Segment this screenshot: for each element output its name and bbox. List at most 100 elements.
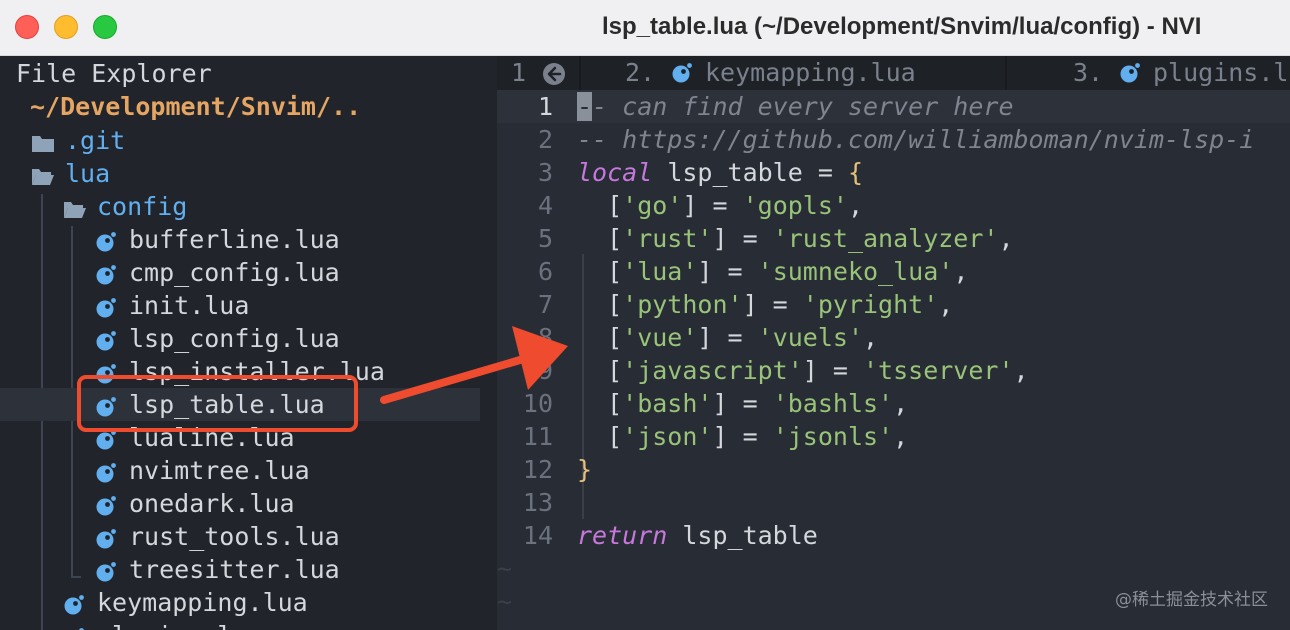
code-token: ] = bbox=[742, 290, 803, 319]
tree-item-label: lualine.lua bbox=[129, 423, 295, 452]
lua-file-icon bbox=[63, 626, 84, 630]
code-line[interactable]: 1 -- can find every server here bbox=[497, 90, 1290, 123]
tree-file[interactable]: lsp_table.lua bbox=[0, 388, 480, 421]
code-token: [ bbox=[577, 422, 623, 451]
tab-keymapping-number[interactable]: 2. bbox=[625, 58, 655, 87]
code-line[interactable]: 9 ['javascript'] = 'tsserver', bbox=[497, 354, 1290, 387]
tree-file[interactable]: treesitter.lua bbox=[0, 553, 480, 586]
folder-icon bbox=[31, 131, 54, 152]
window-title: lsp_table.lua (~/Development/Snvim/lua/c… bbox=[602, 13, 1202, 40]
code-token: 'javascript' bbox=[622, 356, 803, 385]
code-token: ] = bbox=[697, 257, 758, 286]
code-token: , bbox=[847, 191, 864, 220]
code-token: ] = bbox=[712, 389, 773, 418]
code-line[interactable]: 11 ['json'] = 'jsonls', bbox=[497, 420, 1290, 453]
line-number: 3 bbox=[537, 158, 553, 187]
code-token: , bbox=[938, 290, 954, 319]
tabline: 1 2. keymapping.lua 3. plugins.l bbox=[497, 56, 1290, 90]
explorer-root-path[interactable]: ~/Development/Snvim/.. bbox=[30, 92, 361, 121]
minimize-window-button[interactable] bbox=[54, 15, 78, 39]
code-text: ['go'] = 'gopls', bbox=[577, 191, 863, 220]
tree-item-label: nvimtree.lua bbox=[129, 456, 310, 485]
code-line[interactable]: 2 -- https://github.com/williamboman/nvim… bbox=[497, 123, 1290, 156]
tree-file[interactable]: nvimtree.lua bbox=[0, 454, 480, 487]
lua-file-icon bbox=[63, 593, 84, 615]
tree-file[interactable]: lsp_installer.lua bbox=[0, 355, 480, 388]
code-token: -- https://github.com/williamboman/nvim-… bbox=[577, 125, 1255, 154]
tree-file[interactable]: cmp_config.lua bbox=[0, 256, 480, 289]
tab-keymapping[interactable]: keymapping.lua bbox=[705, 58, 916, 87]
tree-file[interactable]: keymapping.lua bbox=[0, 586, 480, 619]
code-token: ] = bbox=[712, 422, 773, 451]
line-number: 9 bbox=[537, 356, 553, 385]
code-token: [ bbox=[577, 191, 623, 220]
code-text: ['bash'] = 'bashls', bbox=[577, 389, 908, 418]
lua-file-icon bbox=[95, 296, 116, 318]
line-number: 5 bbox=[537, 224, 553, 253]
tree-file[interactable]: bufferline.lua bbox=[0, 223, 480, 256]
tab-plugins-number[interactable]: 3. bbox=[1073, 58, 1103, 87]
tab-number[interactable]: 1 bbox=[511, 58, 526, 87]
tree-folder[interactable]: .git bbox=[0, 124, 480, 157]
code-line[interactable]: 5 ['rust'] = 'rust_analyzer', bbox=[497, 222, 1290, 255]
line-number: 1 bbox=[537, 92, 553, 121]
code-token: 'vue' bbox=[622, 323, 698, 352]
code-text: } bbox=[577, 455, 592, 484]
code-token: ] = bbox=[712, 224, 773, 253]
code-token: - can find every server here bbox=[592, 92, 1014, 121]
folder-open-icon bbox=[63, 197, 86, 218]
code-line[interactable]: 8 ['vue'] = 'vuels', bbox=[497, 321, 1290, 354]
code-text: -- https://github.com/williamboman/nvim-… bbox=[577, 125, 1254, 154]
code-line[interactable]: 14 return lsp_table bbox=[497, 519, 1290, 552]
file-explorer: File Explorer ~/Development/Snvim/.. .gi… bbox=[0, 56, 497, 630]
tree-file[interactable]: rust_tools.lua bbox=[0, 520, 480, 553]
code-line[interactable]: 13 bbox=[497, 486, 1290, 519]
code-token: 'pyright' bbox=[802, 290, 939, 319]
code-text: ['vue'] = 'vuels', bbox=[577, 323, 878, 352]
tree-file[interactable]: init.lua bbox=[0, 289, 480, 322]
zoom-window-button[interactable] bbox=[93, 15, 117, 39]
code-line[interactable]: 4 ['go'] = 'gopls', bbox=[497, 189, 1290, 222]
tree-file[interactable]: onedark.lua bbox=[0, 487, 480, 520]
lua-file-icon bbox=[1120, 63, 1140, 83]
code-token: , bbox=[953, 257, 969, 286]
code-line[interactable]: 7 ['python'] = 'pyright', bbox=[497, 288, 1290, 321]
code-token: 'sumneko_lua' bbox=[757, 257, 954, 286]
code-token: , bbox=[893, 389, 909, 418]
close-window-button[interactable] bbox=[15, 15, 39, 39]
line-number: 11 bbox=[522, 422, 553, 451]
code-token: [ bbox=[577, 290, 623, 319]
code-line[interactable]: 6 ['lua'] = 'sumneko_lua', bbox=[497, 255, 1290, 288]
tree-item-label: lua bbox=[65, 159, 111, 188]
back-circle-icon[interactable] bbox=[542, 62, 566, 86]
code-token: [ bbox=[577, 323, 623, 352]
code-token: 'json' bbox=[622, 422, 713, 451]
code-line[interactable]: 10 ['bash'] = 'bashls', bbox=[497, 387, 1290, 420]
code-token: 'bashls' bbox=[772, 389, 894, 418]
code-token: lsp_table = bbox=[652, 158, 848, 187]
line-number: 13 bbox=[522, 488, 553, 517]
tree-file[interactable]: plugins.lua bbox=[0, 619, 480, 630]
tree-file[interactable]: lsp_config.lua bbox=[0, 322, 480, 355]
code-text: ['python'] = 'pyright', bbox=[577, 290, 953, 319]
code-token: , bbox=[1013, 356, 1029, 385]
code-token: [ bbox=[577, 224, 623, 253]
tree-folder[interactable]: config bbox=[0, 190, 480, 223]
tree-item-label: init.lua bbox=[129, 291, 250, 320]
lua-file-icon bbox=[95, 461, 116, 483]
code-token: ] = bbox=[697, 323, 758, 352]
code-token: } bbox=[577, 455, 593, 484]
tree-folder[interactable]: lua bbox=[0, 157, 480, 190]
tree-item-label: plugins.lua bbox=[97, 621, 263, 630]
code-token: return bbox=[577, 521, 668, 550]
tree-item-label: lsp_table.lua bbox=[129, 390, 325, 419]
code-line[interactable]: 3 local lsp_table = { bbox=[497, 156, 1290, 189]
line-number: 4 bbox=[537, 191, 553, 220]
code-text: return lsp_table bbox=[577, 521, 818, 550]
tab-plugins[interactable]: plugins.l bbox=[1153, 58, 1288, 87]
code-line[interactable]: 12} bbox=[497, 453, 1290, 486]
tree-item-label: keymapping.lua bbox=[97, 588, 308, 617]
tab-separator bbox=[1005, 56, 1007, 90]
editor-pane: 1 2. keymapping.lua 3. plugins.l 1 -- can… bbox=[497, 56, 1290, 630]
tree-file[interactable]: lualine.lua bbox=[0, 421, 480, 454]
